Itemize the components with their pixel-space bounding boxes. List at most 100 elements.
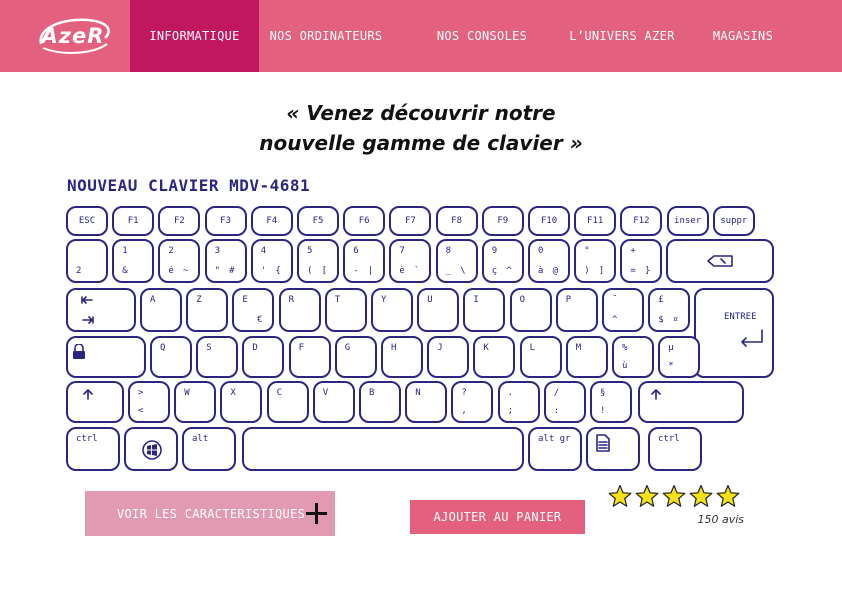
- key-f8[interactable]: F8: [435, 206, 478, 236]
- key-f3[interactable]: F3: [204, 206, 247, 236]
- key-letter-row4-2[interactable]: D: [242, 336, 285, 378]
- key-number-0[interactable]: 2: [66, 239, 108, 283]
- add-to-cart-button[interactable]: AJOUTER AU PANIER: [410, 500, 585, 534]
- key-alt[interactable]: alt: [182, 427, 236, 471]
- key-tab[interactable]: [66, 288, 136, 332]
- key-letter-row4-7[interactable]: K: [473, 336, 516, 378]
- key-label: &: [122, 266, 128, 276]
- key-letter-row5-1[interactable]: W: [174, 381, 217, 423]
- key-letter-row5-8[interactable]: .;: [497, 381, 540, 423]
- key-letter-7[interactable]: I: [463, 288, 506, 332]
- key-esc[interactable]: ESC: [66, 206, 108, 236]
- key-menu[interactable]: [586, 427, 640, 471]
- key-label: ;: [507, 406, 514, 416]
- key-label: :: [553, 406, 560, 416]
- key-letter-2[interactable]: E €: [232, 288, 275, 332]
- key-label: Z: [196, 295, 202, 305]
- key-label: F2: [173, 216, 185, 226]
- key-f12[interactable]: F12: [620, 206, 663, 236]
- key-letter-9[interactable]: P: [555, 288, 598, 332]
- key-letter-row5-4[interactable]: V: [312, 381, 355, 423]
- key-f2[interactable]: F2: [158, 206, 201, 236]
- key-number-3[interactable]: 3 " #: [204, 239, 247, 283]
- nav-item-informatique[interactable]: INFORMATIQUE: [130, 0, 259, 72]
- key-label: D: [252, 343, 258, 353]
- azer-logo[interactable]: AzeR: [33, 14, 113, 58]
- key-number-9[interactable]: 9 ç ^: [481, 239, 524, 283]
- key-inser[interactable]: inser: [666, 206, 709, 236]
- key-f6[interactable]: F6: [343, 206, 386, 236]
- key-right-ctrl[interactable]: ctrl: [648, 427, 702, 471]
- key-letter-row4-8[interactable]: L: [519, 336, 562, 378]
- star-icon: [608, 484, 632, 507]
- key-caps-lock[interactable]: [66, 336, 146, 378]
- key-letter-11[interactable]: £ $ ¤: [648, 288, 691, 332]
- key-enter[interactable]: ENTREE: [694, 288, 774, 378]
- key-space[interactable]: [242, 427, 524, 471]
- key-letter-row4-1[interactable]: S: [196, 336, 239, 378]
- key-f4[interactable]: F4: [250, 206, 293, 236]
- key-letter-row5-2[interactable]: X: [220, 381, 263, 423]
- key-right-shift[interactable]: [638, 381, 744, 423]
- key-f1[interactable]: F1: [112, 206, 155, 236]
- key-letter-row4-9[interactable]: M: [565, 336, 608, 378]
- key-letter-row4-4[interactable]: G: [334, 336, 377, 378]
- key-number-7[interactable]: 7 è `: [389, 239, 432, 283]
- key-letter-row5-6[interactable]: N: [405, 381, 448, 423]
- key-suppr[interactable]: suppr: [712, 206, 755, 236]
- key-letter-row5-7[interactable]: ?,: [451, 381, 494, 423]
- nav-item-nos-consoles[interactable]: NOS CONSOLES: [424, 0, 540, 72]
- key-number-12[interactable]: + =}: [620, 239, 663, 283]
- key-label: E: [242, 295, 248, 305]
- nav-item-nos-ordinateurs[interactable]: NOS ORDINATEURS: [262, 0, 390, 72]
- key-letter-6[interactable]: U: [417, 288, 460, 332]
- key-letter-row5-10[interactable]: §!: [590, 381, 632, 423]
- key-letter-row5-9[interactable]: /:: [543, 381, 586, 423]
- key-left-shift[interactable]: [66, 381, 124, 423]
- key-letter-8[interactable]: O: [509, 288, 552, 332]
- key-letter-row4-11[interactable]: µ *: [658, 336, 701, 378]
- key-letter-row5-5[interactable]: B: [359, 381, 401, 423]
- key-label: U: [427, 295, 433, 305]
- key-number-1[interactable]: 1 &: [112, 239, 155, 283]
- key-letter-4[interactable]: T: [324, 288, 367, 332]
- key-backspace[interactable]: [666, 239, 774, 283]
- key-label: 0: [538, 246, 544, 256]
- key-f7[interactable]: F7: [389, 206, 432, 236]
- key-letter-1[interactable]: Z: [186, 288, 229, 332]
- key-letter-0[interactable]: A: [140, 288, 182, 332]
- key-number-8[interactable]: 8 _ \: [435, 239, 478, 283]
- key-letter-3[interactable]: R: [278, 288, 321, 332]
- key-label: F5: [312, 216, 324, 226]
- key-left-ctrl[interactable]: ctrl: [66, 427, 120, 471]
- key-number-2[interactable]: 2 é ~: [158, 239, 201, 283]
- key-number-10[interactable]: 0 à @: [528, 239, 570, 283]
- key-label: é: [168, 266, 174, 276]
- view-specs-button[interactable]: VOIR LES CARACTERISTIQUES: [85, 491, 335, 536]
- key-letter-row5-3[interactable]: C: [266, 381, 309, 423]
- key-letter-row4-5[interactable]: H: [381, 336, 423, 378]
- nav-item-magasins[interactable]: MAGASINS: [700, 0, 786, 72]
- key-number-4[interactable]: 4 ' {: [250, 239, 293, 283]
- key-f11[interactable]: F11: [574, 206, 617, 236]
- key-label: F7: [404, 216, 416, 226]
- key-label: 2: [76, 266, 82, 276]
- key-letter-5[interactable]: Y: [371, 288, 413, 332]
- key-f9[interactable]: F9: [481, 206, 524, 236]
- key-number-6[interactable]: 6 - |: [343, 239, 386, 283]
- key-letter-row4-0[interactable]: Q: [150, 336, 192, 378]
- key-letter-row5-0[interactable]: > <: [128, 381, 170, 423]
- key-f10[interactable]: F10: [528, 206, 570, 236]
- key-label: ç: [491, 266, 498, 276]
- key-letter-row4-10[interactable]: % ù: [612, 336, 654, 378]
- key-f5[interactable]: F5: [297, 206, 339, 236]
- key-number-11[interactable]: °)]: [574, 239, 617, 283]
- key-windows[interactable]: [124, 427, 178, 471]
- key-letter-10[interactable]: ¨ ^: [602, 288, 644, 332]
- menu-document-icon: [596, 434, 610, 452]
- key-alt-gr[interactable]: alt gr: [528, 427, 582, 471]
- key-letter-row4-6[interactable]: J: [427, 336, 470, 378]
- key-number-5[interactable]: 5 ([: [297, 239, 339, 283]
- nav-item-univers-azer[interactable]: L’UNIVERS AZER: [560, 0, 684, 72]
- key-letter-row4-3[interactable]: F: [288, 336, 331, 378]
